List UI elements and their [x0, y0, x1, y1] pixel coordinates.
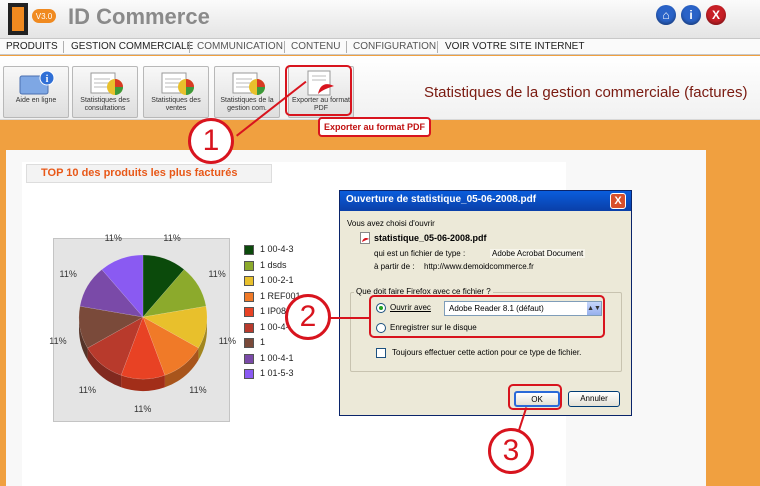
app-logo: V3.0 — [6, 3, 62, 35]
help-button[interactable]: i Aide en ligne — [3, 66, 69, 118]
help-icon: i — [19, 70, 55, 95]
legend-label: 1 IP08 — [260, 306, 287, 316]
dialog-title: Ouverture de statistique_05-06-2008.pdf — [346, 194, 537, 205]
stats-chart-icon — [232, 72, 265, 95]
svg-text:i: i — [46, 74, 49, 85]
step-1-marker: 1 — [188, 118, 234, 164]
dialog-type-value: Adobe Acrobat Document — [490, 249, 586, 258]
pie-percent-label: 11% — [49, 336, 67, 347]
legend-swatch — [244, 245, 254, 255]
legend-swatch — [244, 353, 254, 364]
legend-item: 1 00-4-1 — [244, 353, 344, 364]
legend-item: 1 dsds — [244, 260, 344, 271]
pie-chart — [78, 254, 208, 391]
logo-icon: V3.0 — [8, 3, 56, 35]
legend-item: 1 — [244, 337, 344, 348]
always-do-label[interactable]: Toujours effectuer cette action pour ce … — [392, 348, 581, 357]
pie-percent-label: 11% — [218, 336, 237, 347]
toolbar: i Aide en ligne Statistiques des consult… — [0, 56, 760, 120]
pie-percent-label: 11% — [163, 232, 181, 243]
pie-percent-label: 11% — [208, 269, 226, 279]
legend-label: 1 00-4- — [260, 321, 289, 332]
legend-swatch — [244, 338, 254, 348]
menu-separator — [346, 41, 347, 53]
dialog-type-label: qui est un fichier de type : — [374, 249, 466, 258]
legend-swatch — [244, 322, 254, 333]
menu-gestion-commerciale[interactable]: GESTION COMMERCIALE — [71, 41, 193, 52]
step-2-connector — [330, 317, 370, 319]
stats-consultations-button[interactable]: Statistiques des consultations — [72, 66, 138, 118]
logo-badge: V3.0 — [36, 12, 53, 21]
info-icon: i — [689, 8, 693, 22]
legend-swatch — [244, 291, 254, 302]
dialog-source-value: http://www.demoidcommerce.fr — [424, 262, 534, 271]
dialog-intro: Vous avez choisi d'ouvrir — [347, 219, 435, 228]
legend-swatch — [244, 307, 254, 317]
close-icon: X — [614, 195, 622, 207]
pdf-file-icon — [360, 232, 370, 244]
step-2-marker: 2 — [285, 294, 331, 340]
info-button[interactable]: i — [681, 5, 701, 25]
pie-percent-label: 11% — [59, 269, 77, 279]
cancel-button[interactable]: Annuler — [568, 391, 620, 407]
pie-percent-label: 11% — [78, 384, 97, 395]
home-icon: ⌂ — [662, 8, 670, 22]
pie-percent-label: 11% — [189, 384, 207, 395]
legend-item: 1 00-4-3 — [244, 244, 344, 255]
chart-title: TOP 10 des produits les plus facturés — [26, 164, 272, 183]
app-header: V3.0 ID Commerce ⌂ i X — [0, 0, 760, 38]
menu-separator — [437, 41, 438, 53]
legend-swatch — [244, 260, 254, 271]
dialog-filename: statistique_05-06-2008.pdf — [374, 233, 487, 243]
menu-contenu[interactable]: CONTENU — [291, 41, 340, 52]
always-do-checkbox[interactable] — [376, 348, 386, 358]
page-title: Statistiques de la gestion commerciale (… — [424, 84, 748, 101]
legend-label: 1 00-4-1 — [260, 352, 294, 363]
menu-configuration[interactable]: CONFIGURATION — [353, 41, 436, 52]
stats-chart-icon — [161, 72, 194, 95]
menu-produits[interactable]: PRODUITS — [6, 41, 58, 52]
pie-percent-label: 11% — [134, 404, 152, 414]
ok-highlight — [508, 384, 562, 410]
menu-communication[interactable]: COMMUNICATION — [197, 41, 283, 52]
dialog-close-button[interactable]: X — [610, 193, 626, 209]
legend-swatch — [244, 276, 254, 286]
main-menu: PRODUITS GESTION COMMERCIALE COMMUNICATI… — [0, 38, 760, 55]
stats-consultations-label: Statistiques des consultations — [80, 97, 130, 112]
dialog-source-label: à partir de : — [374, 262, 415, 271]
menu-separator — [284, 41, 285, 53]
legend-label: 1 01-5-3 — [260, 368, 294, 378]
stats-chart-icon — [90, 72, 123, 95]
stats-ventes-label: Statistiques des ventes — [151, 97, 201, 112]
legend-item: 1 01-5-3 — [244, 368, 344, 379]
pie-percent-label: 11% — [104, 232, 122, 243]
close-icon: X — [711, 8, 720, 22]
menu-separator — [189, 41, 190, 53]
dialog-titlebar[interactable]: Ouverture de statistique_05-06-2008.pdf … — [340, 191, 631, 211]
step-3-marker: 3 — [488, 428, 534, 474]
help-label: Aide en ligne — [15, 97, 57, 104]
app-title: ID Commerce — [68, 4, 210, 29]
stats-ventes-button[interactable]: Statistiques des ventes — [143, 66, 209, 118]
legend-label: 1 — [260, 337, 266, 347]
legend-item: 1 00-2-1 — [244, 275, 344, 286]
menu-voir-site[interactable]: VOIR VOTRE SITE INTERNET — [445, 41, 584, 52]
legend-label: 1 00-2-1 — [260, 275, 294, 285]
legend-swatch — [244, 369, 254, 379]
legend-label: 1 00-4-3 — [260, 244, 294, 254]
logout-button[interactable]: X — [706, 5, 726, 25]
home-button[interactable]: ⌂ — [656, 5, 676, 25]
open-with-highlight — [369, 295, 605, 338]
export-pdf-tooltip: Exporter au format PDF — [318, 117, 432, 137]
legend-label: 1 dsds — [260, 259, 287, 270]
menu-separator — [63, 41, 64, 53]
